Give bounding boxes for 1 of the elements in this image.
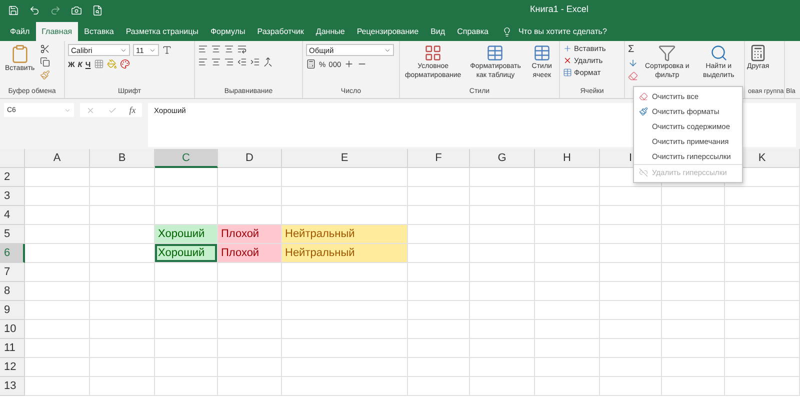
window-title: Книга1 - Excel: [530, 4, 588, 14]
